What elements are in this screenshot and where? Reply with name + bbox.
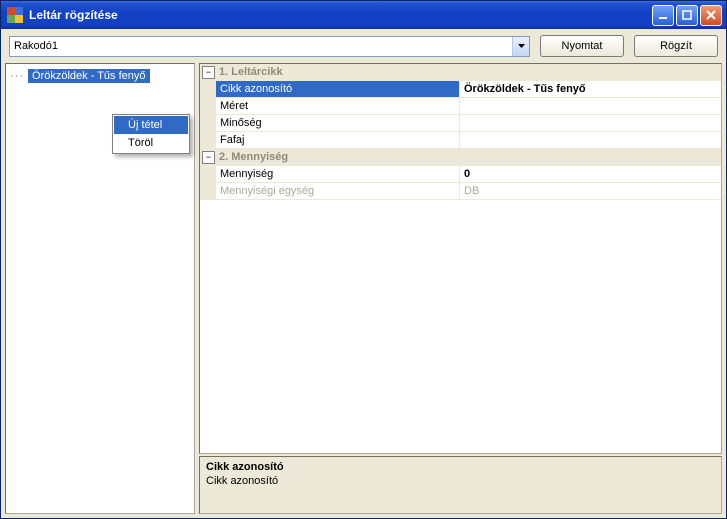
titlebar: Leltár rögzítése xyxy=(1,1,726,29)
save-button[interactable]: Rögzít xyxy=(634,35,718,57)
combo-chevron-down-icon[interactable] xyxy=(512,37,529,56)
location-combo[interactable] xyxy=(9,36,530,57)
category-header-2[interactable]: − 2. Mennyiség xyxy=(200,149,721,166)
tree-item[interactable]: ··· Örökzöldek - Tűs fenyő xyxy=(8,68,192,84)
property-value: DB xyxy=(460,183,721,200)
window-controls xyxy=(652,5,722,26)
property-row[interactable]: Mennyiség 0 xyxy=(200,166,721,183)
category-label: 1. Leltárcikk xyxy=(219,66,283,78)
app-icon xyxy=(7,7,23,23)
minimize-button[interactable] xyxy=(652,5,674,26)
collapse-icon[interactable]: − xyxy=(202,151,215,164)
category-header-1[interactable]: − 1. Leltárcikk xyxy=(200,64,721,81)
right-panel: − 1. Leltárcikk Cikk azonosító Örökzölde… xyxy=(199,63,722,514)
property-name: Fafaj xyxy=(216,132,460,149)
tree-panel[interactable]: ··· Örökzöldek - Tűs fenyő Új tétel Törö… xyxy=(5,63,195,514)
context-menu-item-delete[interactable]: Töröl xyxy=(114,134,188,152)
close-button[interactable] xyxy=(700,5,722,26)
maximize-button[interactable] xyxy=(676,5,698,26)
description-panel: Cikk azonosító Cikk azonosító xyxy=(199,456,722,514)
row-gutter xyxy=(200,166,216,183)
toolbar: Nyomtat Rögzít xyxy=(1,29,726,63)
content-area: ··· Örökzöldek - Tűs fenyő Új tétel Törö… xyxy=(5,63,722,514)
row-gutter xyxy=(200,183,216,200)
row-gutter xyxy=(200,132,216,149)
property-name: Minőség xyxy=(216,115,460,132)
property-name: Mennyiségi egység xyxy=(216,183,460,200)
row-gutter xyxy=(200,81,216,98)
property-grid[interactable]: − 1. Leltárcikk Cikk azonosító Örökzölde… xyxy=(199,63,722,454)
property-name: Méret xyxy=(216,98,460,115)
property-row: Mennyiségi egység DB xyxy=(200,183,721,200)
collapse-icon[interactable]: − xyxy=(202,66,215,79)
property-value[interactable] xyxy=(460,98,721,115)
property-value[interactable] xyxy=(460,132,721,149)
property-row[interactable]: Fafaj xyxy=(200,132,721,149)
context-menu-item-new[interactable]: Új tétel xyxy=(114,116,188,134)
property-row[interactable]: Minőség xyxy=(200,115,721,132)
window-frame: Leltár rögzítése Nyomtat Rögzít ··· xyxy=(0,0,727,519)
category-label: 2. Mennyiség xyxy=(219,151,288,163)
context-menu: Új tétel Töröl xyxy=(112,114,190,154)
tree-expand-icon: ··· xyxy=(10,70,24,82)
property-value[interactable]: 0 xyxy=(460,166,721,183)
row-gutter xyxy=(200,98,216,115)
tree-item-label[interactable]: Örökzöldek - Tűs fenyő xyxy=(28,69,150,83)
row-gutter xyxy=(200,115,216,132)
property-row[interactable]: Cikk azonosító Örökzöldek - Tűs fenyő xyxy=(200,81,721,98)
property-name: Mennyiség xyxy=(216,166,460,183)
location-combo-input[interactable] xyxy=(10,37,512,56)
property-value[interactable]: Örökzöldek - Tűs fenyő xyxy=(460,81,721,98)
property-value[interactable] xyxy=(460,115,721,132)
window-title: Leltár rögzítése xyxy=(29,8,652,22)
description-title: Cikk azonosító xyxy=(206,461,715,473)
property-name: Cikk azonosító xyxy=(216,81,460,98)
print-button[interactable]: Nyomtat xyxy=(540,35,624,57)
description-text: Cikk azonosító xyxy=(206,475,715,487)
property-row[interactable]: Méret xyxy=(200,98,721,115)
